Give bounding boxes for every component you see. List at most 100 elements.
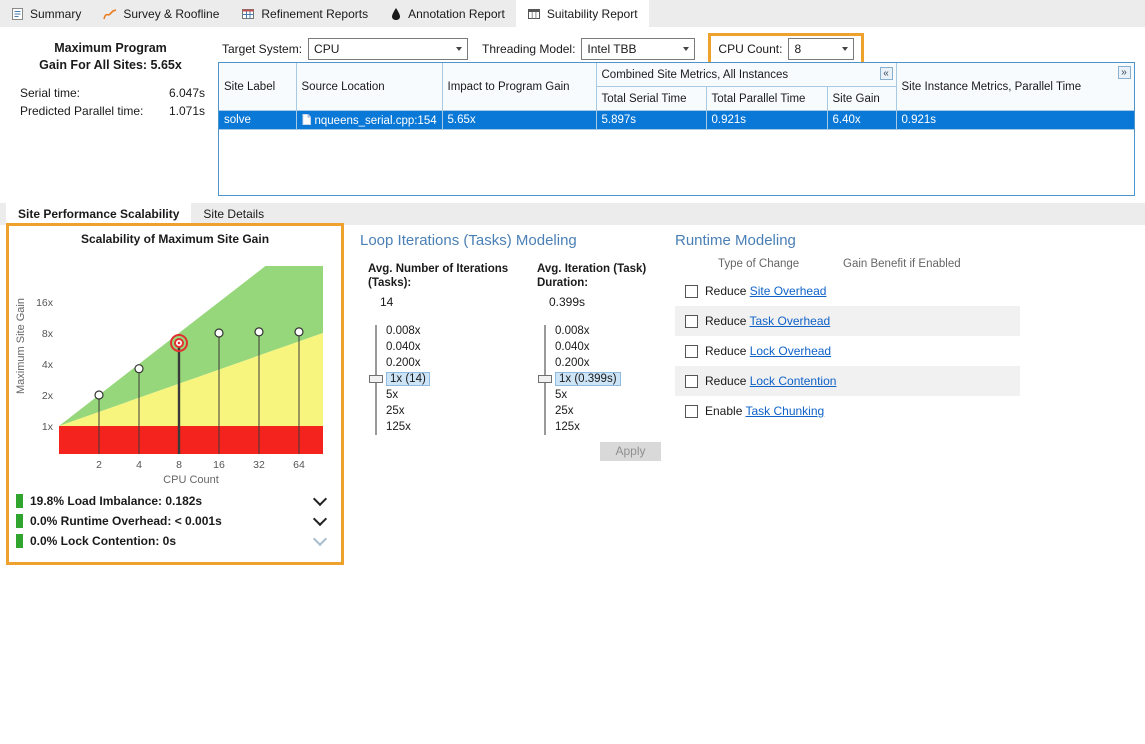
slider-thumb[interactable]	[369, 375, 383, 383]
collapse-group-button[interactable]: «	[880, 67, 893, 80]
chart-title: Scalability of Maximum Site Gain	[9, 232, 341, 246]
col-header-total-parallel-time[interactable]: Total Parallel Time	[706, 87, 827, 111]
lock-contention-link[interactable]: Lock Contention	[750, 374, 837, 388]
cell-site-gain: 6.40x	[827, 111, 896, 130]
tab-site-details[interactable]: Site Details	[191, 203, 276, 225]
metric-bar-icon	[16, 494, 23, 508]
svg-text:8: 8	[176, 459, 182, 471]
cell-total-parallel-time: 0.921s	[706, 111, 827, 130]
selected-scale-value: 1x (0.399s)	[555, 371, 621, 387]
tab-summary[interactable]: Summary	[0, 0, 92, 27]
option-row-task-overhead: Reduce Task Overhead	[675, 306, 1020, 336]
runtime-modeling-options: Reduce Site Overhead Reduce Task Overhea…	[675, 276, 1020, 426]
lock-contention-row: 0.0% Lock Contention: 0s	[9, 531, 341, 551]
cell-total-serial-time: 5.897s	[596, 111, 706, 130]
suitability-report-window: Summary Survey & Roofline Refinement Rep…	[0, 0, 1145, 744]
svg-text:CPU Count: CPU Count	[163, 474, 219, 486]
slider-track[interactable]	[537, 323, 555, 435]
duration-scale: 0.008x 0.040x 0.200x 1x (0.399s) 5x 25x …	[555, 323, 621, 435]
predicted-parallel-value: 1.071s	[169, 104, 205, 118]
task-overhead-link[interactable]: Task Overhead	[749, 314, 830, 328]
cpu-gain-point[interactable]	[215, 329, 223, 337]
duration-slider: 0.008x 0.040x 0.200x 1x (0.399s) 5x 25x …	[537, 323, 682, 435]
runtime-overhead-row: 0.0% Runtime Overhead: < 0.001s	[9, 511, 341, 531]
roofline-icon	[103, 7, 117, 21]
cpu-gain-point[interactable]	[95, 391, 103, 399]
metric-bar-icon	[16, 514, 23, 528]
option-row-lock-contention: Reduce Lock Contention	[675, 366, 1020, 396]
site-overhead-checkbox[interactable]	[685, 285, 698, 298]
annotation-drop-icon	[390, 7, 402, 21]
cpu-count-label: CPU Count:	[718, 42, 782, 56]
task-overhead-checkbox[interactable]	[685, 315, 698, 328]
svg-text:64: 64	[293, 459, 305, 471]
predicted-parallel-time-row: Predicted Parallel time: 1.071s	[20, 104, 205, 118]
task-chunking-checkbox[interactable]	[685, 405, 698, 418]
cell-source-location: nqueens_serial.cpp:154	[296, 111, 442, 130]
col-header-source-location[interactable]: Source Location	[296, 63, 442, 111]
cpu-gain-point[interactable]	[295, 328, 303, 336]
target-system-label: Target System:	[222, 42, 302, 56]
col-header-instance-metrics[interactable]: Site Instance Metrics, Parallel Time »	[896, 63, 1134, 111]
threading-model-dropdown[interactable]: Intel TBB	[581, 38, 695, 60]
chevron-down-icon	[451, 47, 467, 51]
tab-survey-roofline[interactable]: Survey & Roofline	[92, 0, 230, 27]
slider-track[interactable]	[368, 323, 386, 435]
metric-bar-icon	[16, 534, 23, 548]
option-row-lock-overhead: Reduce Lock Overhead	[675, 336, 1020, 366]
refinement-grid-icon	[241, 7, 255, 21]
cpu-gain-point[interactable]	[255, 328, 263, 336]
report-tabbar: Summary Survey & Roofline Refinement Rep…	[0, 0, 1145, 27]
chevron-down-icon[interactable]	[313, 512, 327, 526]
target-system-dropdown[interactable]: CPU	[308, 38, 468, 60]
duration-value: 0.399s	[549, 295, 682, 309]
duration-column: Avg. Iteration (Task) Duration: 0.399s 0…	[537, 262, 682, 435]
duration-heading: Avg. Iteration (Task) Duration:	[537, 262, 682, 291]
table-row-solve[interactable]: solve nqueens_serial.cpp:154 5.65x 5.897…	[219, 111, 1134, 130]
col-header-impact[interactable]: Impact to Program Gain	[442, 63, 596, 111]
slider-thumb[interactable]	[538, 375, 552, 383]
lock-overhead-checkbox[interactable]	[685, 345, 698, 358]
runtime-overhead-label: 0.0% Runtime Overhead: < 0.001s	[30, 514, 308, 528]
program-gain-summary: Maximum Program Gain For All Sites: 5.65…	[8, 40, 213, 122]
lock-contention-checkbox[interactable]	[685, 375, 698, 388]
chevron-down-icon[interactable]	[313, 532, 327, 546]
col-header-site-label[interactable]: Site Label	[219, 63, 296, 111]
site-overhead-link[interactable]: Site Overhead	[750, 284, 827, 298]
cpu-gain-point[interactable]	[135, 365, 143, 373]
threading-model-label: Threading Model:	[482, 42, 575, 56]
col-group-combined-metrics[interactable]: Combined Site Metrics, All Instances «	[596, 63, 896, 87]
tab-suitability-report[interactable]: Suitability Report	[516, 0, 649, 27]
cell-instance-parallel-time: 0.921s	[896, 111, 1134, 130]
detail-subtabs: Site Performance Scalability Site Detail…	[0, 203, 1145, 225]
svg-text:2: 2	[96, 459, 102, 471]
cpu-count-dropdown[interactable]: 8	[788, 38, 854, 60]
lock-overhead-link[interactable]: Lock Overhead	[750, 344, 831, 358]
iterations-slider: 0.008x 0.040x 0.200x 1x (14) 5x 25x 125x	[368, 323, 513, 435]
sites-table: Site Label Source Location Impact to Pro…	[218, 62, 1135, 196]
target-system-value: CPU	[309, 42, 451, 56]
svg-text:4x: 4x	[42, 359, 54, 371]
col-header-site-gain[interactable]: Site Gain	[827, 87, 896, 111]
iterations-value: 14	[380, 295, 513, 309]
tab-refinement-reports[interactable]: Refinement Reports	[230, 0, 379, 27]
chevron-down-icon[interactable]	[313, 492, 327, 506]
cell-impact: 5.65x	[442, 111, 596, 130]
apply-button[interactable]: Apply	[600, 442, 661, 461]
tab-site-performance-scalability[interactable]: Site Performance Scalability	[6, 203, 191, 225]
svg-text:16: 16	[213, 459, 225, 471]
modeling-controls: Target System: CPU Threading Model: Inte…	[222, 33, 864, 65]
iterations-heading: Avg. Number of Iterations (Tasks):	[368, 262, 513, 291]
svg-text:16x: 16x	[36, 297, 54, 309]
option-row-site-overhead: Reduce Site Overhead	[675, 276, 1020, 306]
expand-group-button[interactable]: »	[1118, 66, 1131, 79]
task-chunking-link[interactable]: Task Chunking	[745, 404, 824, 418]
tab-label: Annotation Report	[408, 7, 505, 21]
tab-annotation-report[interactable]: Annotation Report	[379, 0, 516, 27]
tab-label: Summary	[30, 7, 81, 21]
gain-benefit-header: Gain Benefit if Enabled	[843, 258, 961, 270]
cell-site-label: solve	[219, 111, 296, 130]
scalability-chart: 1x2x4x8x16x248163264CPU CountMaximum Sit…	[13, 248, 339, 488]
predicted-parallel-label: Predicted Parallel time:	[20, 104, 143, 118]
col-header-total-serial-time[interactable]: Total Serial Time	[596, 87, 706, 111]
